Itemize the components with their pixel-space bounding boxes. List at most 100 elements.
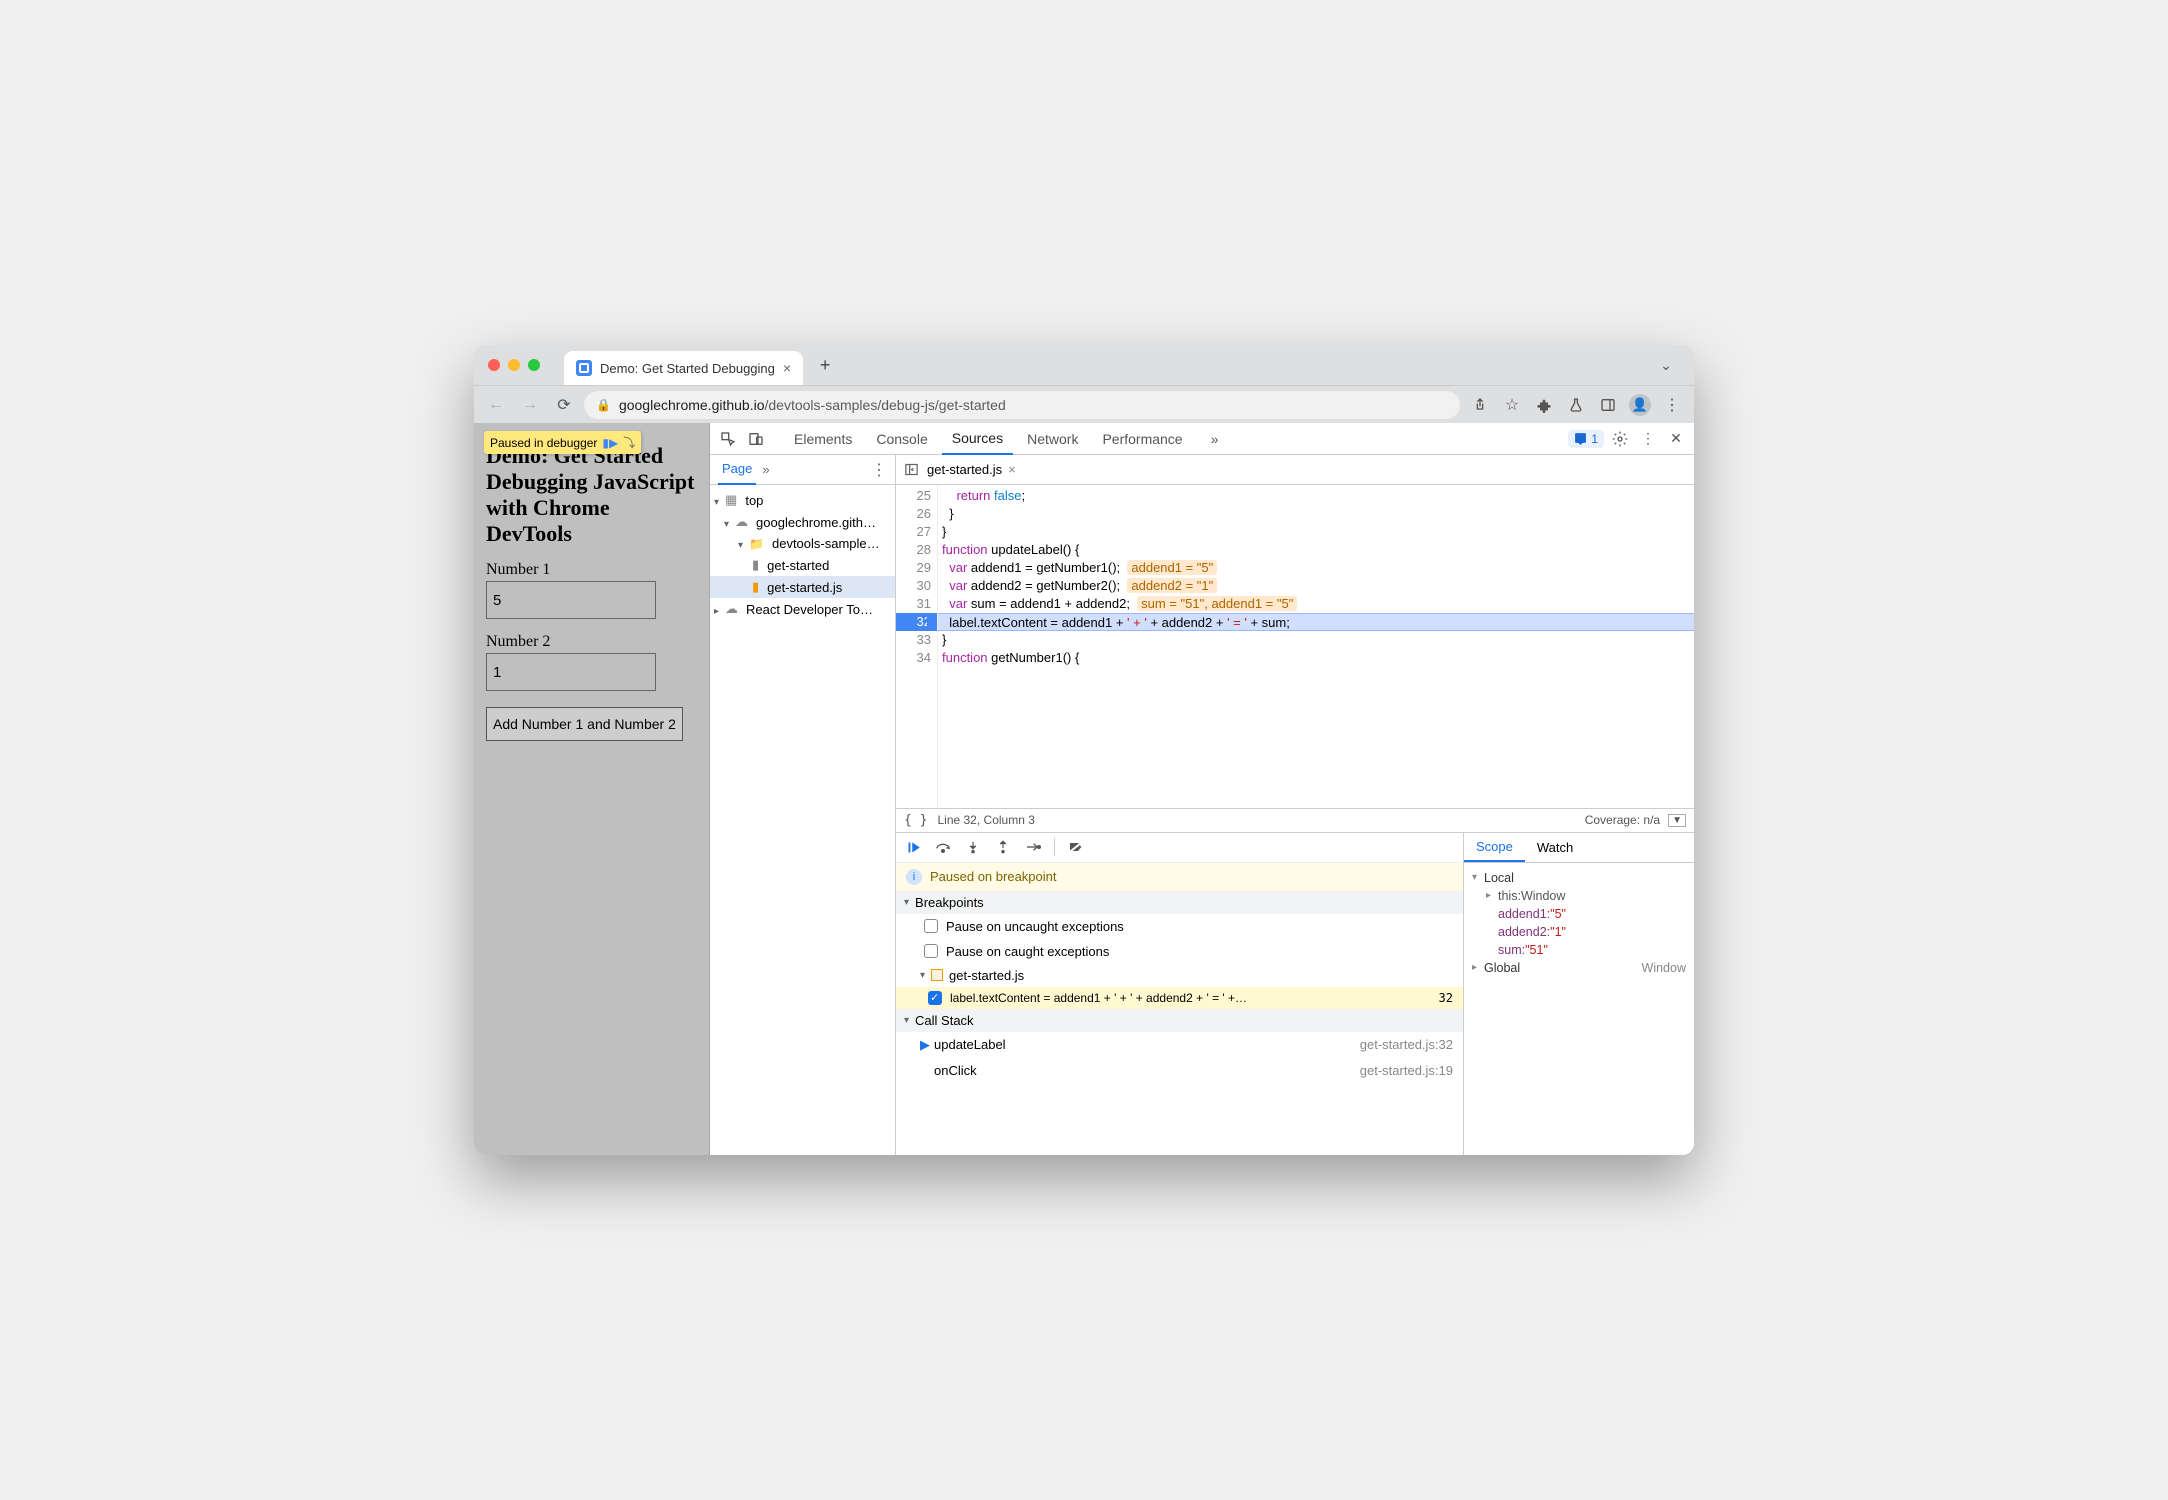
paused-overlay: Paused in debugger ▮▶ ⤵ [484, 431, 641, 454]
step-out-icon[interactable] [994, 839, 1012, 855]
menu-icon[interactable]: ⋮ [1658, 391, 1686, 419]
callstack-header[interactable]: ▾Call Stack [896, 1009, 1463, 1032]
scope-var-row[interactable]: addend2: "1" [1472, 923, 1686, 941]
resume-icon[interactable] [904, 840, 922, 855]
scope-pane: Scope Watch ▾Local ▸this: Window addend1… [1464, 833, 1694, 1156]
coverage-status: Coverage: n/a [1585, 813, 1660, 827]
tab-elements[interactable]: Elements [784, 423, 862, 455]
breakpoint-line-row[interactable]: label.textContent = addend1 + ' + ' + ad… [896, 987, 1463, 1009]
browser-tab[interactable]: Demo: Get Started Debugging × [564, 351, 803, 385]
reload-button[interactable]: ⟳ [550, 391, 578, 419]
debugger-toolbar [896, 833, 1463, 863]
page-viewport: Paused in debugger ▮▶ ⤵ Demo: Get Starte… [474, 423, 710, 1155]
page-heading: Demo: Get Started Debugging JavaScript w… [486, 443, 697, 547]
tab-network[interactable]: Network [1017, 423, 1088, 455]
navigator-tab-page[interactable]: Page [718, 455, 756, 485]
editor-tab-name: get-started.js [927, 462, 1002, 477]
forward-button[interactable]: → [516, 391, 544, 419]
tab-close-icon[interactable]: × [783, 360, 791, 376]
sidepanel-icon[interactable] [1594, 391, 1622, 419]
tree-domain[interactable]: googlechrome.gith… [710, 511, 895, 533]
favicon-icon [576, 360, 592, 376]
tree-html-file[interactable]: get-started [710, 554, 895, 576]
editor-pane: get-started.js × 25262728293031323334 re… [896, 455, 1694, 1155]
breakpoint-file-icon [931, 969, 943, 981]
info-icon: i [906, 869, 922, 885]
scope-tab[interactable]: Scope [1464, 832, 1525, 862]
tab-performance[interactable]: Performance [1092, 423, 1192, 455]
pause-caught-row[interactable]: Pause on caught exceptions [896, 939, 1463, 964]
bookmark-icon[interactable]: ☆ [1498, 391, 1526, 419]
deactivate-breakpoints-icon[interactable] [1067, 840, 1085, 854]
share-icon[interactable] [1466, 391, 1494, 419]
scope-var-row[interactable]: addend1: "5" [1472, 905, 1686, 923]
browser-window: Demo: Get Started Debugging × + ⌄ ← → ⟳ … [474, 345, 1694, 1155]
overlay-step-icon[interactable]: ⤵ [623, 434, 635, 451]
titlebar: Demo: Get Started Debugging × + ⌄ [474, 345, 1694, 385]
overlay-resume-icon[interactable]: ▮▶ [602, 436, 618, 450]
tabs-dropdown-icon[interactable]: ⌄ [1652, 357, 1680, 374]
new-tab-button[interactable]: + [811, 351, 839, 379]
add-button[interactable]: Add Number 1 and Number 2 [486, 707, 683, 741]
cursor-position: Line 32, Column 3 [937, 813, 1034, 827]
pretty-print-icon[interactable]: { } [904, 813, 927, 828]
editor-tab-close-icon[interactable]: × [1008, 462, 1016, 477]
scope-local-header[interactable]: ▾Local [1472, 869, 1686, 887]
tree-top[interactable]: top [710, 489, 895, 511]
tab-console[interactable]: Console [866, 423, 937, 455]
breakpoints-header[interactable]: ▾Breakpoints [896, 891, 1463, 914]
devtools-menu-icon[interactable]: ⋮ [1636, 427, 1660, 451]
checkbox-unchecked-icon [924, 944, 938, 958]
pause-uncaught-row[interactable]: Pause on uncaught exceptions [896, 914, 1463, 939]
settings-icon[interactable] [1608, 427, 1632, 451]
code-editor[interactable]: 25262728293031323334 return false; }}fun… [896, 485, 1694, 808]
scope-this-row[interactable]: ▸this: Window [1472, 887, 1686, 905]
paused-overlay-text: Paused in debugger [490, 436, 597, 450]
step-into-icon[interactable] [964, 839, 982, 855]
labs-icon[interactable] [1562, 391, 1590, 419]
number1-input[interactable] [486, 581, 656, 619]
close-window-button[interactable] [488, 359, 500, 371]
devtools-close-icon[interactable]: ✕ [1664, 427, 1688, 451]
minimize-window-button[interactable] [508, 359, 520, 371]
watch-tab[interactable]: Watch [1525, 832, 1585, 862]
navigator-pane: Page » ⋮ top googlechrome.gith… devtools… [710, 455, 896, 1155]
extensions-icon[interactable] [1530, 391, 1558, 419]
number2-input[interactable] [486, 653, 656, 691]
url-toolbar: ← → ⟳ 🔒 googlechrome.github.io/devtools-… [474, 385, 1694, 423]
maximize-window-button[interactable] [528, 359, 540, 371]
lock-icon: 🔒 [596, 398, 611, 412]
issues-badge[interactable]: 1 [1568, 430, 1604, 448]
tree-js-file[interactable]: get-started.js [710, 576, 895, 598]
navigator-menu-icon[interactable]: ⋮ [871, 460, 887, 480]
navigator-more-icon[interactable]: » [762, 462, 769, 477]
back-button[interactable]: ← [482, 391, 510, 419]
debugger-pane: i Paused on breakpoint ▾Breakpoints Paus… [896, 832, 1694, 1156]
breakpoint-file-row[interactable]: ▾get-started.js [896, 964, 1463, 987]
tree-react-ext[interactable]: React Developer To… [710, 598, 895, 620]
number2-label: Number 2 [486, 633, 697, 651]
callstack-row[interactable]: onClickget-started.js:19 [896, 1058, 1463, 1083]
toggle-navigator-icon[interactable] [904, 462, 919, 477]
inspect-element-icon[interactable] [716, 427, 740, 451]
avatar-icon: 👤 [1629, 394, 1651, 416]
device-toolbar-icon[interactable] [744, 427, 768, 451]
traffic-lights [488, 359, 540, 371]
url-actions: ☆ 👤 ⋮ [1466, 391, 1686, 419]
callstack-row[interactable]: ▶updateLabelget-started.js:32 [896, 1032, 1463, 1058]
coverage-dropdown-icon[interactable]: ▼ [1668, 814, 1686, 827]
tab-sources[interactable]: Sources [942, 423, 1013, 455]
url-text: googlechrome.github.io/devtools-samples/… [619, 397, 1006, 413]
url-bar[interactable]: 🔒 googlechrome.github.io/devtools-sample… [584, 391, 1460, 419]
profile-button[interactable]: 👤 [1626, 391, 1654, 419]
step-over-icon[interactable] [934, 840, 952, 854]
paused-message: i Paused on breakpoint [896, 863, 1463, 891]
editor-status-bar: { } Line 32, Column 3 Coverage: n/a ▼ [896, 808, 1694, 832]
step-icon[interactable] [1024, 840, 1042, 854]
scope-var-row[interactable]: sum: "51" [1472, 941, 1686, 959]
tree-folder[interactable]: devtools-sample… [710, 533, 895, 554]
scope-global-header[interactable]: ▸GlobalWindow [1472, 959, 1686, 977]
more-tabs-icon[interactable]: » [1203, 427, 1227, 451]
editor-tab[interactable]: get-started.js × [927, 462, 1016, 477]
checkbox-unchecked-icon [924, 919, 938, 933]
